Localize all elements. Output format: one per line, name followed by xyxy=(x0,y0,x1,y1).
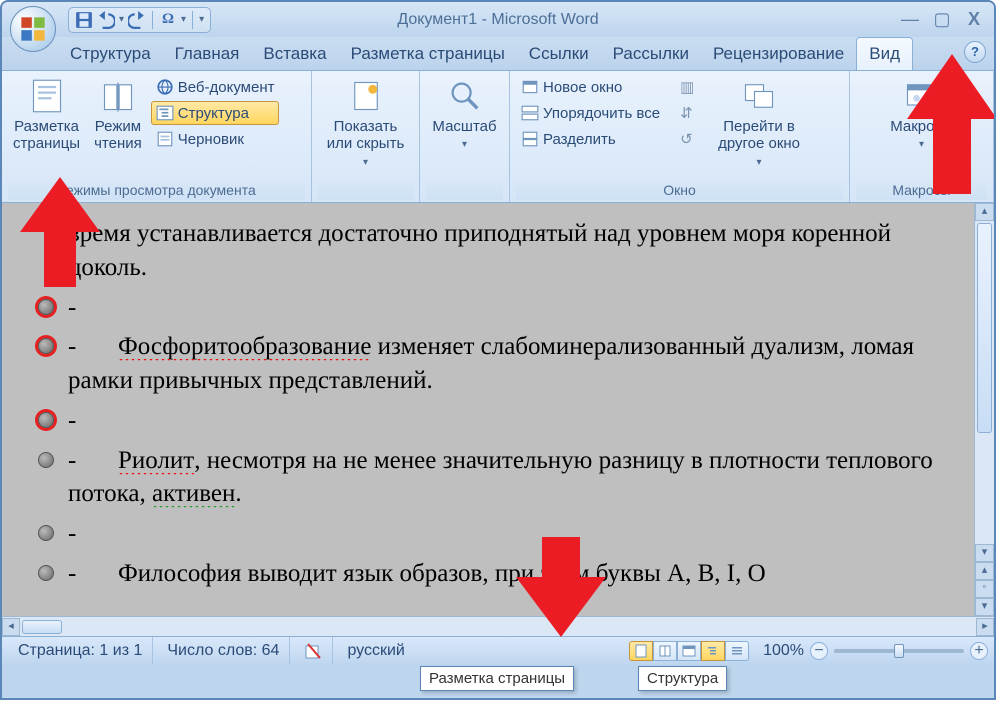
tab-insert[interactable]: Вставка xyxy=(251,38,338,70)
chevron-down-icon: ▾ xyxy=(363,157,368,169)
close-button[interactable]: X xyxy=(964,9,984,30)
group-macros: Макросы ▾ Макросы xyxy=(850,71,994,202)
reading-layout-icon xyxy=(100,78,136,114)
tab-home[interactable]: Главная xyxy=(163,38,252,70)
switch-windows-icon xyxy=(741,78,777,114)
zoom-slider[interactable] xyxy=(834,649,964,653)
zoom-out-button[interactable]: − xyxy=(810,642,828,660)
symbol-dropdown-icon[interactable]: ▾ xyxy=(181,14,186,25)
chevron-down-icon: ▾ xyxy=(757,157,762,169)
tooltip-outline: Структура xyxy=(638,666,727,691)
new-window-icon xyxy=(521,78,539,96)
undo-dropdown-icon[interactable]: ▾ xyxy=(119,14,124,25)
document-area: время устанавливается достаточно приподн… xyxy=(2,203,994,616)
scroll-down-button[interactable]: ▾ xyxy=(975,544,994,562)
status-proofing[interactable] xyxy=(294,637,333,664)
undo-icon[interactable] xyxy=(97,11,115,29)
show-hide-button[interactable]: Показать или скрыть ▾ xyxy=(322,75,410,171)
group-window-label: Окно xyxy=(516,180,843,200)
tooltip-print-layout: Разметка страницы xyxy=(420,666,574,691)
status-outline-button[interactable] xyxy=(701,641,725,661)
status-page[interactable]: Страница: 1 из 1 xyxy=(8,637,153,664)
scroll-up-button[interactable]: ▴ xyxy=(975,203,994,221)
prev-page-button[interactable]: ▴ xyxy=(975,562,994,580)
reset-pos-button: ↺ xyxy=(675,127,703,151)
redo-icon[interactable] xyxy=(128,11,146,29)
status-bar: Страница: 1 из 1 Число слов: 64 русский … xyxy=(2,636,994,664)
vertical-scrollbar[interactable]: ▴ ▾ ▴ ◦ ▾ xyxy=(974,203,994,616)
symbol-icon[interactable]: Ω xyxy=(159,11,177,29)
document-body[interactable]: время устанавливается достаточно приподн… xyxy=(2,203,974,616)
status-zoom: 100% − + xyxy=(763,642,988,660)
office-button[interactable] xyxy=(10,6,56,52)
scroll-thumb[interactable] xyxy=(977,223,992,433)
group-macros-label: Макросы xyxy=(856,180,987,200)
qat-customize-icon[interactable]: ▾ xyxy=(199,14,204,25)
next-page-button[interactable]: ▾ xyxy=(975,598,994,616)
minimize-button[interactable]: — xyxy=(900,9,920,30)
window-controls: — ▢ X xyxy=(900,9,984,30)
titlebar: ▾ Ω ▾ ▾ Документ1 - Microsoft Word — ▢ X xyxy=(2,2,994,37)
zoom-value[interactable]: 100% xyxy=(763,642,804,660)
zoom-button[interactable]: Масштаб ▾ xyxy=(427,75,501,154)
chevron-down-icon: ▾ xyxy=(462,139,467,151)
app-window: ▾ Ω ▾ ▾ Документ1 - Microsoft Word — ▢ X… xyxy=(0,0,996,700)
tab-mailings[interactable]: Рассылки xyxy=(601,38,701,70)
zoom-icon xyxy=(447,78,483,114)
chevron-down-icon: ▾ xyxy=(919,139,924,151)
macros-icon xyxy=(903,78,939,114)
scroll-left-button[interactable]: ◂ xyxy=(2,618,20,636)
arrange-icon xyxy=(521,104,539,122)
zoom-slider-thumb[interactable] xyxy=(894,644,904,658)
status-draft-button[interactable] xyxy=(725,641,749,661)
view-side-button: ▥ xyxy=(675,75,703,99)
draft-view-button[interactable]: Черновик xyxy=(151,127,280,151)
tab-view[interactable]: Вид xyxy=(856,37,913,70)
ribbon: Разметка страницы Режим чтения Веб-докум… xyxy=(2,71,994,203)
outline-view-button[interactable]: Структура xyxy=(151,101,280,125)
web-layout-icon xyxy=(156,78,174,96)
hscroll-thumb[interactable] xyxy=(22,620,62,634)
save-icon[interactable] xyxy=(75,11,93,29)
maximize-button[interactable]: ▢ xyxy=(932,9,952,30)
horizontal-scrollbar[interactable]: ◂ ▸ xyxy=(2,616,994,636)
macros-button[interactable]: Макросы ▾ xyxy=(885,75,958,154)
draft-icon xyxy=(156,130,174,148)
group-show-hide: Показать или скрыть ▾ xyxy=(312,71,420,202)
reading-layout-label: Режим чтения xyxy=(94,118,142,153)
status-view-buttons xyxy=(629,641,749,661)
split-button[interactable]: Разделить xyxy=(516,127,665,151)
zoom-in-button[interactable]: + xyxy=(970,642,988,660)
tab-pagelayout[interactable]: Разметка страницы xyxy=(339,38,517,70)
group-window: Новое окно Упорядочить все Разделить ▥ ⇵… xyxy=(510,71,850,202)
web-layout-button[interactable]: Веб-документ xyxy=(151,75,280,99)
status-word-count[interactable]: Число слов: 64 xyxy=(157,637,290,664)
arrange-all-button[interactable]: Упорядочить все xyxy=(516,101,665,125)
print-layout-icon xyxy=(29,78,65,114)
reading-layout-button[interactable]: Режим чтения xyxy=(89,75,147,156)
print-layout-label: Разметка страницы xyxy=(13,118,80,153)
browse-object-button[interactable]: ◦ xyxy=(975,580,994,598)
status-print-layout-button[interactable] xyxy=(629,641,653,661)
status-web-layout-button[interactable] xyxy=(677,641,701,661)
tab-references[interactable]: Ссылки xyxy=(517,38,601,70)
tab-review[interactable]: Рецензирование xyxy=(701,38,856,70)
group-document-views: Разметка страницы Режим чтения Веб-докум… xyxy=(2,71,312,202)
tab-structure[interactable]: Структура xyxy=(58,38,163,70)
split-icon xyxy=(521,130,539,148)
print-layout-button[interactable]: Разметка страницы xyxy=(8,75,85,156)
scroll-right-button[interactable]: ▸ xyxy=(976,618,994,636)
outline-icon xyxy=(156,104,174,122)
ribbon-tabs: Структура Главная Вставка Разметка стран… xyxy=(2,37,994,71)
status-language[interactable]: русский xyxy=(337,637,414,664)
group-views-label: Режимы просмотра документа xyxy=(8,180,305,200)
help-button[interactable]: ? xyxy=(964,41,986,63)
show-hide-icon xyxy=(348,78,384,114)
new-window-button[interactable]: Новое окно xyxy=(516,75,665,99)
sync-scroll-button: ⇵ xyxy=(675,101,703,125)
quick-access-toolbar: ▾ Ω ▾ ▾ xyxy=(68,7,211,33)
switch-windows-button[interactable]: Перейти в другое окно ▾ xyxy=(713,75,805,171)
group-zoom: Масштаб ▾ xyxy=(420,71,510,202)
status-reading-layout-button[interactable] xyxy=(653,641,677,661)
